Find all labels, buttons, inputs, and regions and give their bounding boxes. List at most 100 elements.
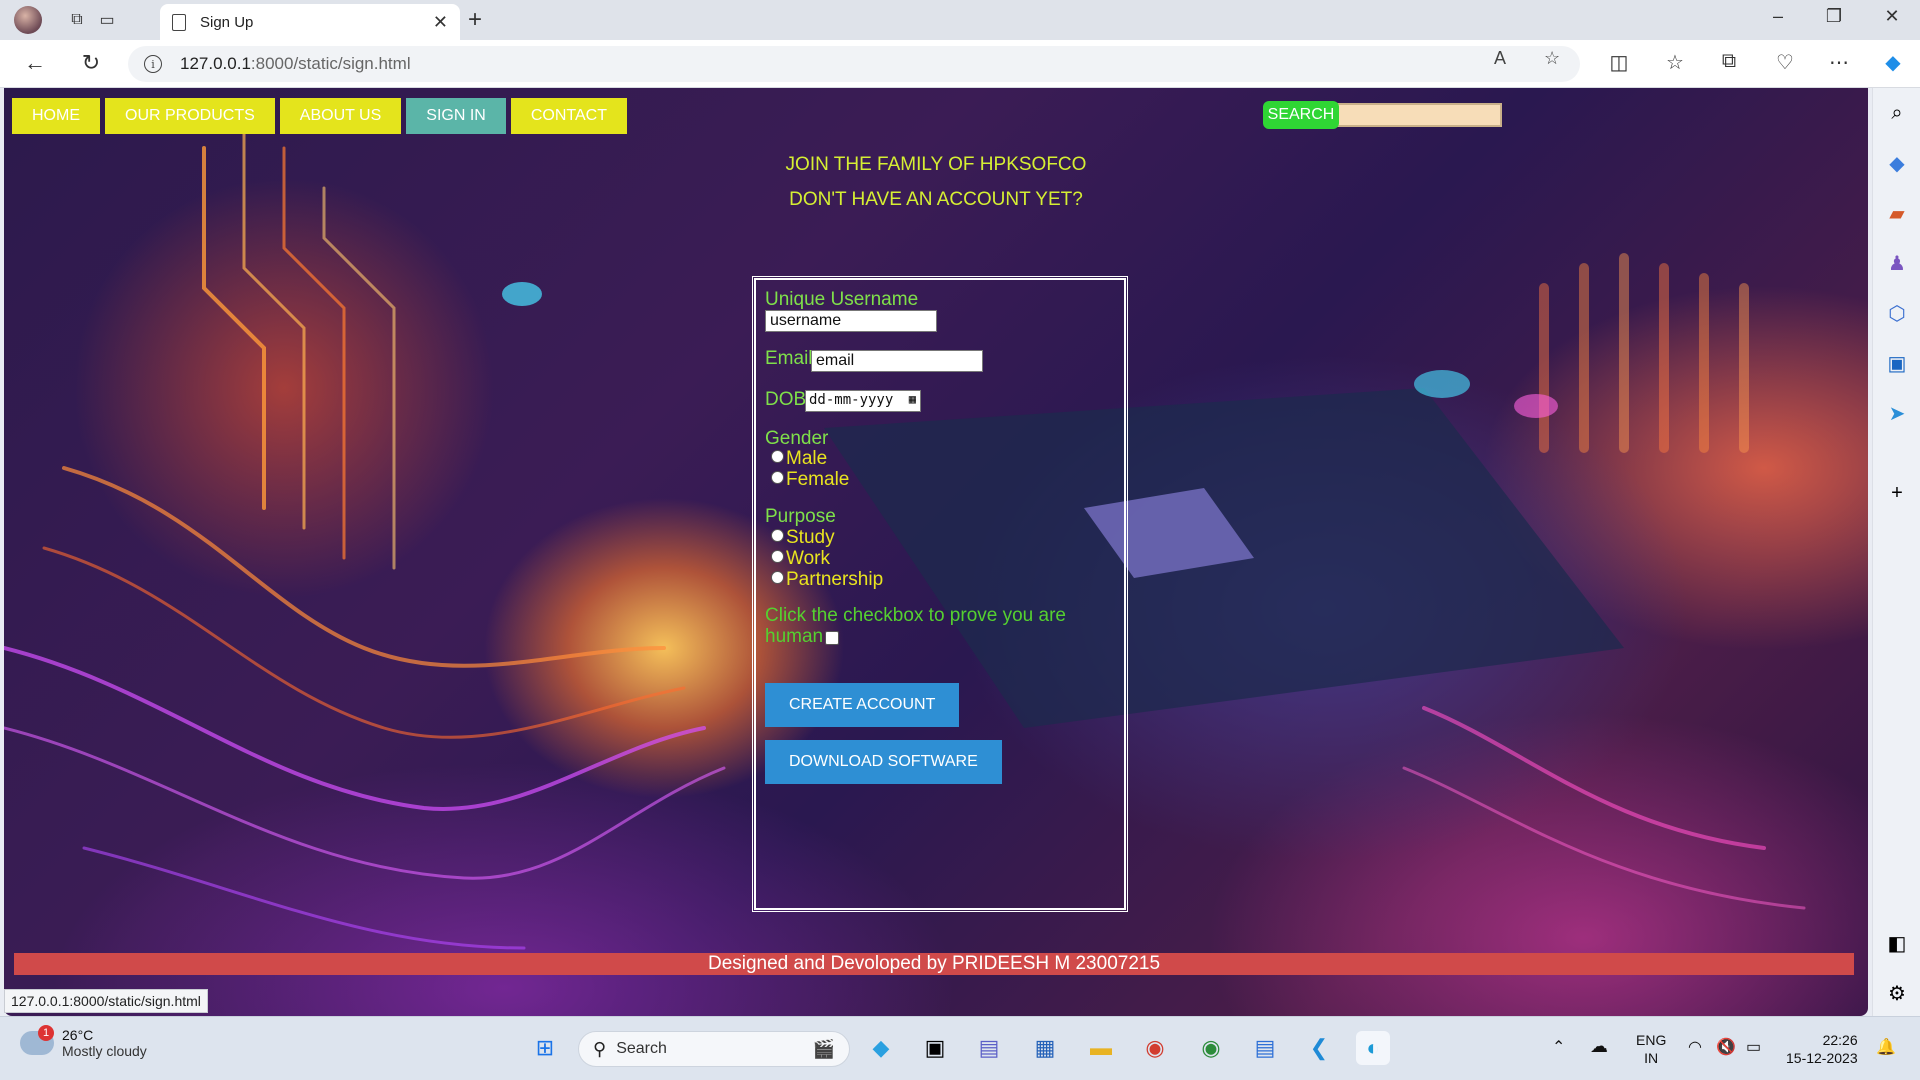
- site-info-icon[interactable]: i: [144, 55, 162, 73]
- nav-about-us[interactable]: ABOUT US: [279, 98, 402, 134]
- show-hidden-icons[interactable]: ⌃: [1552, 1039, 1565, 1057]
- refresh-icon[interactable]: ↻: [76, 50, 106, 76]
- email-input[interactable]: email: [811, 350, 983, 372]
- calendar-icon[interactable]: ▦: [909, 392, 916, 406]
- site-search-input[interactable]: [1330, 103, 1502, 127]
- copilot-icon[interactable]: ◆: [1878, 50, 1908, 75]
- search-icon[interactable]: ⌕: [1882, 98, 1912, 128]
- favorite-star-icon[interactable]: ☆: [1544, 48, 1560, 69]
- email-label: Email: [765, 348, 813, 369]
- tools-icon[interactable]: ▰: [1882, 198, 1912, 228]
- nav-contact[interactable]: CONTACT: [510, 98, 627, 134]
- captcha-text: Click the checkbox to prove you are: [765, 605, 1066, 626]
- temperature: 26°C: [62, 1027, 94, 1043]
- taskbar-search-label: Search: [616, 1040, 667, 1057]
- volume-muted-icon[interactable]: 🔇: [1716, 1039, 1736, 1057]
- dob-label: DOB: [765, 389, 807, 410]
- back-icon[interactable]: ←: [20, 50, 50, 76]
- weather-badge: 1: [38, 1025, 54, 1041]
- gender-female-radio[interactable]: [771, 471, 784, 484]
- drop-icon[interactable]: ➤: [1882, 398, 1912, 428]
- status-bar-url: 127.0.0.1:8000/static/sign.html: [4, 989, 208, 1013]
- tab-sign-up[interactable]: Sign Up ✕: [160, 4, 460, 40]
- purpose-label: Purpose: [765, 506, 836, 527]
- notepad-icon[interactable]: ▤: [1248, 1031, 1282, 1065]
- notification-bell-icon[interactable]: 🔔: [1876, 1039, 1896, 1057]
- purpose-partnership-label: Partnership: [786, 569, 884, 590]
- download-software-button[interactable]: DOWNLOAD SOFTWARE: [765, 740, 1002, 784]
- sidebar-settings-gear-icon[interactable]: ⚙: [1882, 978, 1912, 1008]
- profile-avatar[interactable]: [14, 6, 42, 34]
- browser-essentials-icon[interactable]: ♡: [1770, 50, 1800, 75]
- site-search-button[interactable]: SEARCH: [1263, 101, 1339, 129]
- battery-icon[interactable]: ▭: [1746, 1039, 1761, 1057]
- games-icon[interactable]: ♟: [1882, 248, 1912, 278]
- username-input[interactable]: username: [765, 310, 937, 332]
- purpose-partnership-radio[interactable]: [771, 571, 784, 584]
- address-bar[interactable]: i 127.0.0.1:8000/static/sign.html: [128, 46, 1580, 82]
- weather-condition: Mostly cloudy: [62, 1043, 147, 1059]
- browser-tab-bar: ⧉ ▭ Sign Up ✕ + – ❐ ✕: [0, 0, 1920, 40]
- signup-form: Unique Username username Email email DOB…: [752, 276, 1128, 912]
- search-icon: ⚲: [593, 1038, 607, 1059]
- new-tab-icon[interactable]: +: [468, 6, 482, 34]
- search-highlight-icon: 🎬: [812, 1038, 835, 1059]
- edge-icon[interactable]: ◐: [1356, 1031, 1390, 1065]
- dob-date-input[interactable]: dd-mm-yyyy ▦: [805, 390, 921, 412]
- vscode-icon[interactable]: ❮: [1302, 1031, 1336, 1065]
- nav-home[interactable]: HOME: [12, 98, 100, 134]
- windows-taskbar: 1 26°C Mostly cloudy ⊞ ⚲ Search 🎬 ◆ ▣ ▤ …: [0, 1016, 1920, 1080]
- cloudy-weather-icon: 1: [20, 1025, 54, 1055]
- restore-icon[interactable]: ❐: [1814, 6, 1854, 27]
- favorites-icon[interactable]: ☆: [1660, 50, 1690, 75]
- purpose-work-radio[interactable]: [771, 550, 784, 563]
- footer-credit: Designed and Devoloped by PRIDEESH M 230…: [14, 953, 1854, 975]
- gender-label: Gender: [765, 428, 829, 449]
- language-indicator[interactable]: ENG IN: [1636, 1031, 1666, 1067]
- purpose-study-radio[interactable]: [771, 529, 784, 542]
- read-aloud-icon[interactable]: A: [1494, 48, 1506, 69]
- nav-sign-in[interactable]: SIGN IN: [406, 98, 506, 134]
- captcha-text-human: human: [765, 626, 824, 647]
- copilot-preview-icon[interactable]: ◆: [864, 1031, 898, 1065]
- close-tab-icon[interactable]: ✕: [433, 12, 448, 33]
- create-account-button[interactable]: CREATE ACCOUNT: [765, 683, 960, 727]
- split-screen-icon[interactable]: ◫: [1604, 50, 1634, 75]
- no-account-heading: DON'T HAVE AN ACCOUNT YET?: [789, 189, 1083, 210]
- wifi-icon[interactable]: ◠: [1688, 1039, 1702, 1057]
- outlook-icon[interactable]: ▣: [1882, 348, 1912, 378]
- address-bar-row: ← ↻ i 127.0.0.1:8000/static/sign.html A …: [0, 40, 1920, 88]
- minimize-icon[interactable]: –: [1758, 6, 1798, 27]
- join-heading: JOIN THE FAMILY OF HPKSOFCO: [785, 154, 1087, 175]
- username-label: Unique Username: [765, 289, 919, 310]
- windows-start-icon[interactable]: ⊞: [528, 1031, 562, 1065]
- chrome-profile-icon[interactable]: ◉: [1194, 1031, 1228, 1065]
- onedrive-cloud-icon[interactable]: ☁: [1590, 1037, 1608, 1055]
- store-icon[interactable]: ▦: [1028, 1031, 1062, 1065]
- top-navigation: HOME OUR PRODUCTS ABOUT US SIGN IN CONTA…: [12, 98, 627, 134]
- gender-female-label: Female: [786, 469, 850, 490]
- hide-sidebar-icon[interactable]: ◧: [1882, 928, 1912, 958]
- collections-icon[interactable]: ⧉: [1714, 50, 1744, 73]
- human-checkbox[interactable]: [825, 631, 839, 645]
- close-window-icon[interactable]: ✕: [1872, 6, 1912, 27]
- task-view-icon[interactable]: ▣: [918, 1031, 952, 1065]
- more-menu-icon[interactable]: ⋯: [1824, 50, 1854, 75]
- weather-widget[interactable]: 1 26°C Mostly cloudy: [20, 1025, 147, 1059]
- gender-male-radio[interactable]: [771, 450, 784, 463]
- url-text: 127.0.0.1:8000/static/sign.html: [180, 54, 411, 73]
- shopping-icon[interactable]: ◆: [1882, 148, 1912, 178]
- edge-sidebar: ⌕ ◆ ▰ ♟ ⬡ ▣ ➤ + ◧ ⚙: [1872, 88, 1920, 1016]
- microsoft365-icon[interactable]: ⬡: [1882, 298, 1912, 328]
- nav-our-products[interactable]: OUR PRODUCTS: [105, 98, 275, 134]
- web-page: HOME OUR PRODUCTS ABOUT US SIGN IN CONTA…: [4, 88, 1868, 1016]
- page-icon: [172, 13, 186, 31]
- teams-icon[interactable]: ▤: [972, 1031, 1006, 1065]
- clock[interactable]: 22:26 15-12-2023: [1786, 1031, 1858, 1067]
- chrome-icon[interactable]: ◉: [1138, 1031, 1172, 1065]
- tab-actions-icon[interactable]: ▭: [94, 8, 120, 32]
- workspaces-icon[interactable]: ⧉: [64, 8, 90, 32]
- taskbar-search[interactable]: ⚲ Search 🎬: [578, 1031, 850, 1067]
- add-sidebar-app-icon[interactable]: +: [1882, 478, 1912, 508]
- file-explorer-icon[interactable]: ▬: [1084, 1031, 1118, 1065]
